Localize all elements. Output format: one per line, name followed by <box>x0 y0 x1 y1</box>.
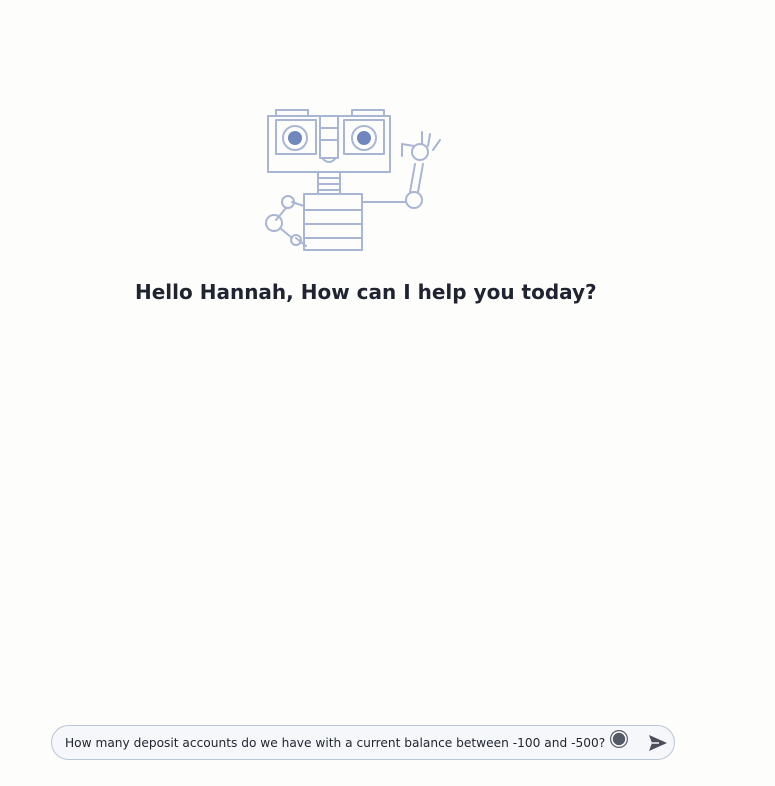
chat-page: Hello Hannah, How can I help you today? <box>0 0 775 786</box>
greeting-title: Hello Hannah, How can I help you today? <box>135 280 597 304</box>
chat-input[interactable] <box>65 726 605 759</box>
grammarly-icon[interactable] <box>609 729 629 749</box>
chat-input-bar <box>51 725 675 760</box>
send-icon[interactable] <box>648 734 668 752</box>
robot-illustration <box>265 109 441 251</box>
